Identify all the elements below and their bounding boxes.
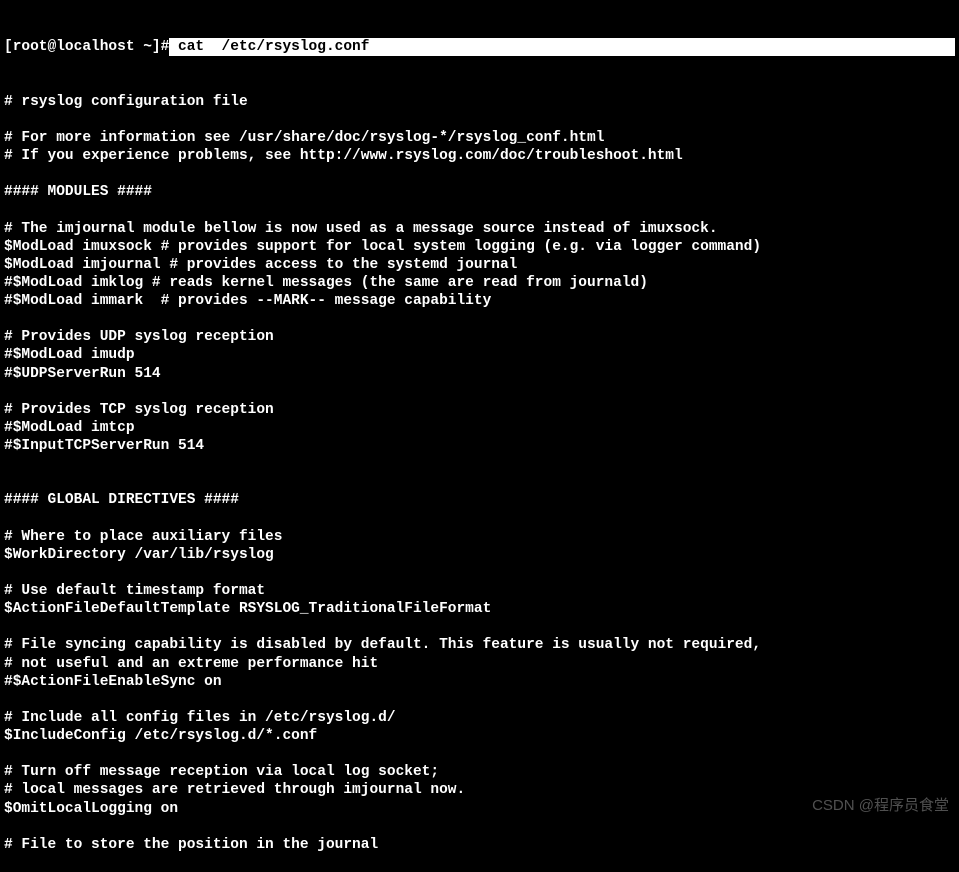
shell-prompt: [root@localhost ~]# xyxy=(4,38,169,56)
output-line xyxy=(4,618,955,636)
output-line xyxy=(4,564,955,582)
output-line: #$InputTCPServerRun 514 xyxy=(4,437,955,455)
output-line: #### GLOBAL DIRECTIVES #### xyxy=(4,491,955,509)
output-line xyxy=(4,473,955,491)
output-line: $ModLoad imuxsock # provides support for… xyxy=(4,238,955,256)
output-line xyxy=(4,201,955,219)
output-line xyxy=(4,455,955,473)
output-line: #$UDPServerRun 514 xyxy=(4,365,955,383)
output-line: # File syncing capability is disabled by… xyxy=(4,636,955,654)
output-line: #$ActionFileEnableSync on xyxy=(4,673,955,691)
output-line xyxy=(4,310,955,328)
output-line: #### MODULES #### xyxy=(4,183,955,201)
output-line: # not useful and an extreme performance … xyxy=(4,655,955,673)
command-line: [root@localhost ~]# cat /etc/rsyslog.con… xyxy=(4,38,955,56)
output-line: # Include all config files in /etc/rsysl… xyxy=(4,709,955,727)
output-line: # For more information see /usr/share/do… xyxy=(4,129,955,147)
output-line: # Where to place auxiliary files xyxy=(4,528,955,546)
output-line: $WorkDirectory /var/lib/rsyslog xyxy=(4,546,955,564)
output-line: # rsyslog configuration file xyxy=(4,93,955,111)
command-text: cat /etc/rsyslog.conf xyxy=(169,38,955,56)
output-line: # Use default timestamp format xyxy=(4,582,955,600)
output-line: #$ModLoad imklog # reads kernel messages… xyxy=(4,274,955,292)
output-line: # If you experience problems, see http:/… xyxy=(4,147,955,165)
output-line xyxy=(4,165,955,183)
watermark-text: CSDN @程序员食堂 xyxy=(812,797,949,816)
output-line xyxy=(4,383,955,401)
output-line xyxy=(4,818,955,836)
output-line: # Provides UDP syslog reception xyxy=(4,328,955,346)
output-line: # Turn off message reception via local l… xyxy=(4,763,955,781)
output-line xyxy=(4,111,955,129)
output-line: $ActionFileDefaultTemplate RSYSLOG_Tradi… xyxy=(4,600,955,618)
output-line xyxy=(4,510,955,528)
output-line: # File to store the position in the jour… xyxy=(4,836,955,854)
output-line: #$ModLoad imtcp xyxy=(4,419,955,437)
output-line: # The imjournal module bellow is now use… xyxy=(4,220,955,238)
output-line xyxy=(4,691,955,709)
output-line xyxy=(4,745,955,763)
output-line: # Provides TCP syslog reception xyxy=(4,401,955,419)
terminal-output: # rsyslog configuration file # For more … xyxy=(4,93,955,854)
output-line: #$ModLoad immark # provides --MARK-- mes… xyxy=(4,292,955,310)
output-line: #$ModLoad imudp xyxy=(4,346,955,364)
output-line: $ModLoad imjournal # provides access to … xyxy=(4,256,955,274)
output-line: $IncludeConfig /etc/rsyslog.d/*.conf xyxy=(4,727,955,745)
terminal-window[interactable]: [root@localhost ~]# cat /etc/rsyslog.con… xyxy=(4,2,955,872)
